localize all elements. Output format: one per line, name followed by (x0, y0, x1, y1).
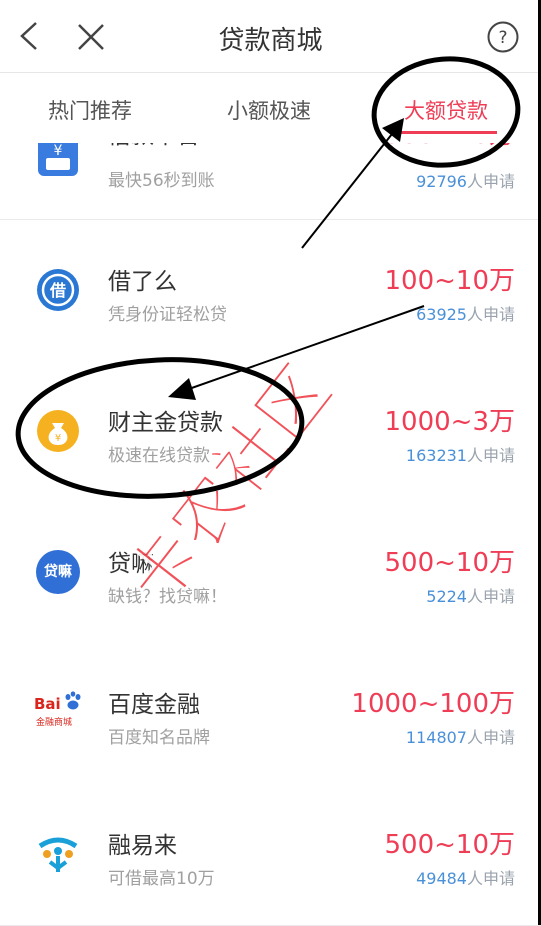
tab-large-loan[interactable]: 大额贷款 (404, 95, 488, 125)
loan-range: 1000~100万 (351, 689, 515, 719)
jie-logo-icon: 借 (37, 269, 79, 311)
loan-desc: 可借最高10万 (108, 869, 215, 889)
navigation-bar: 贷款商城 ? (0, 0, 541, 73)
rongyilai-logo-icon (38, 837, 78, 872)
category-tabs: 热门推荐 小额极速 大额贷款 (0, 73, 541, 143)
loan-desc: 百度知名品牌 (108, 728, 210, 748)
loan-desc: 极速在线贷款 (108, 446, 210, 466)
list-item[interactable]: 借 借了么 凭身份证轻松贷 100~10万 63925人申请 (0, 220, 541, 362)
applicant-count: 5224人申请 (426, 587, 515, 606)
svg-text:¥: ¥ (54, 143, 63, 159)
loan-desc: 凭身份证轻松贷 (108, 305, 227, 325)
applicant-count: 63925人申请 (416, 305, 515, 324)
loan-name: 借了么 (108, 269, 177, 295)
applicant-count: 114807人申请 (405, 728, 515, 747)
loan-name: 百度金融 (108, 692, 200, 718)
active-tab-indicator (393, 131, 497, 134)
loan-name: 融易来 (108, 833, 177, 859)
list-item[interactable]: Bai 金融商城 百度金融 百度知名品牌 1000~100万 114807人申请 (0, 643, 541, 785)
list-item[interactable]: 融易来 可借最高10万 500~10万 49484人申请 (0, 784, 541, 926)
help-circle-icon[interactable]: ? (487, 21, 519, 53)
loan-range: 500~10万 (384, 548, 516, 578)
money-bag-icon: ¥ (37, 410, 79, 452)
loan-range: 1000~3万 (384, 407, 516, 437)
loan-desc: 缺钱？找贷嘛！ (108, 587, 227, 607)
tab-small-fast[interactable]: 小额极速 (227, 95, 311, 125)
applicant-count: 92796人申请 (416, 172, 515, 191)
svg-text:¥: ¥ (55, 433, 61, 444)
list-item[interactable]: 贷嘛 贷嘛 缺钱？找贷嘛！ 500~10万 5224人申请 (0, 502, 541, 644)
svg-text:借: 借 (49, 281, 66, 300)
svg-text:?: ? (498, 28, 507, 48)
loan-name: 财主金贷款 (108, 410, 223, 436)
tab-hot-recommend[interactable]: 热门推荐 (48, 95, 132, 125)
loan-name: 贷嘛 (108, 551, 154, 577)
paw-icon (65, 691, 81, 710)
loan-range: 100~10万 (384, 266, 516, 296)
list-item[interactable]: ¥ 财主金贷款 极速在线贷款 1000~3万 163231人申请 (0, 361, 541, 503)
loan-desc: 最快56秒到账 (108, 171, 215, 191)
applicant-count: 163231人申请 (405, 446, 515, 465)
baidu-finance-logo-icon: Bai 金融商城 (34, 689, 84, 737)
daima-logo-icon: 贷嘛 (36, 550, 80, 594)
page-title: 贷款商城 (218, 26, 323, 56)
loan-range: 500~10万 (384, 830, 516, 860)
applicant-count: 49484人申请 (416, 869, 515, 888)
